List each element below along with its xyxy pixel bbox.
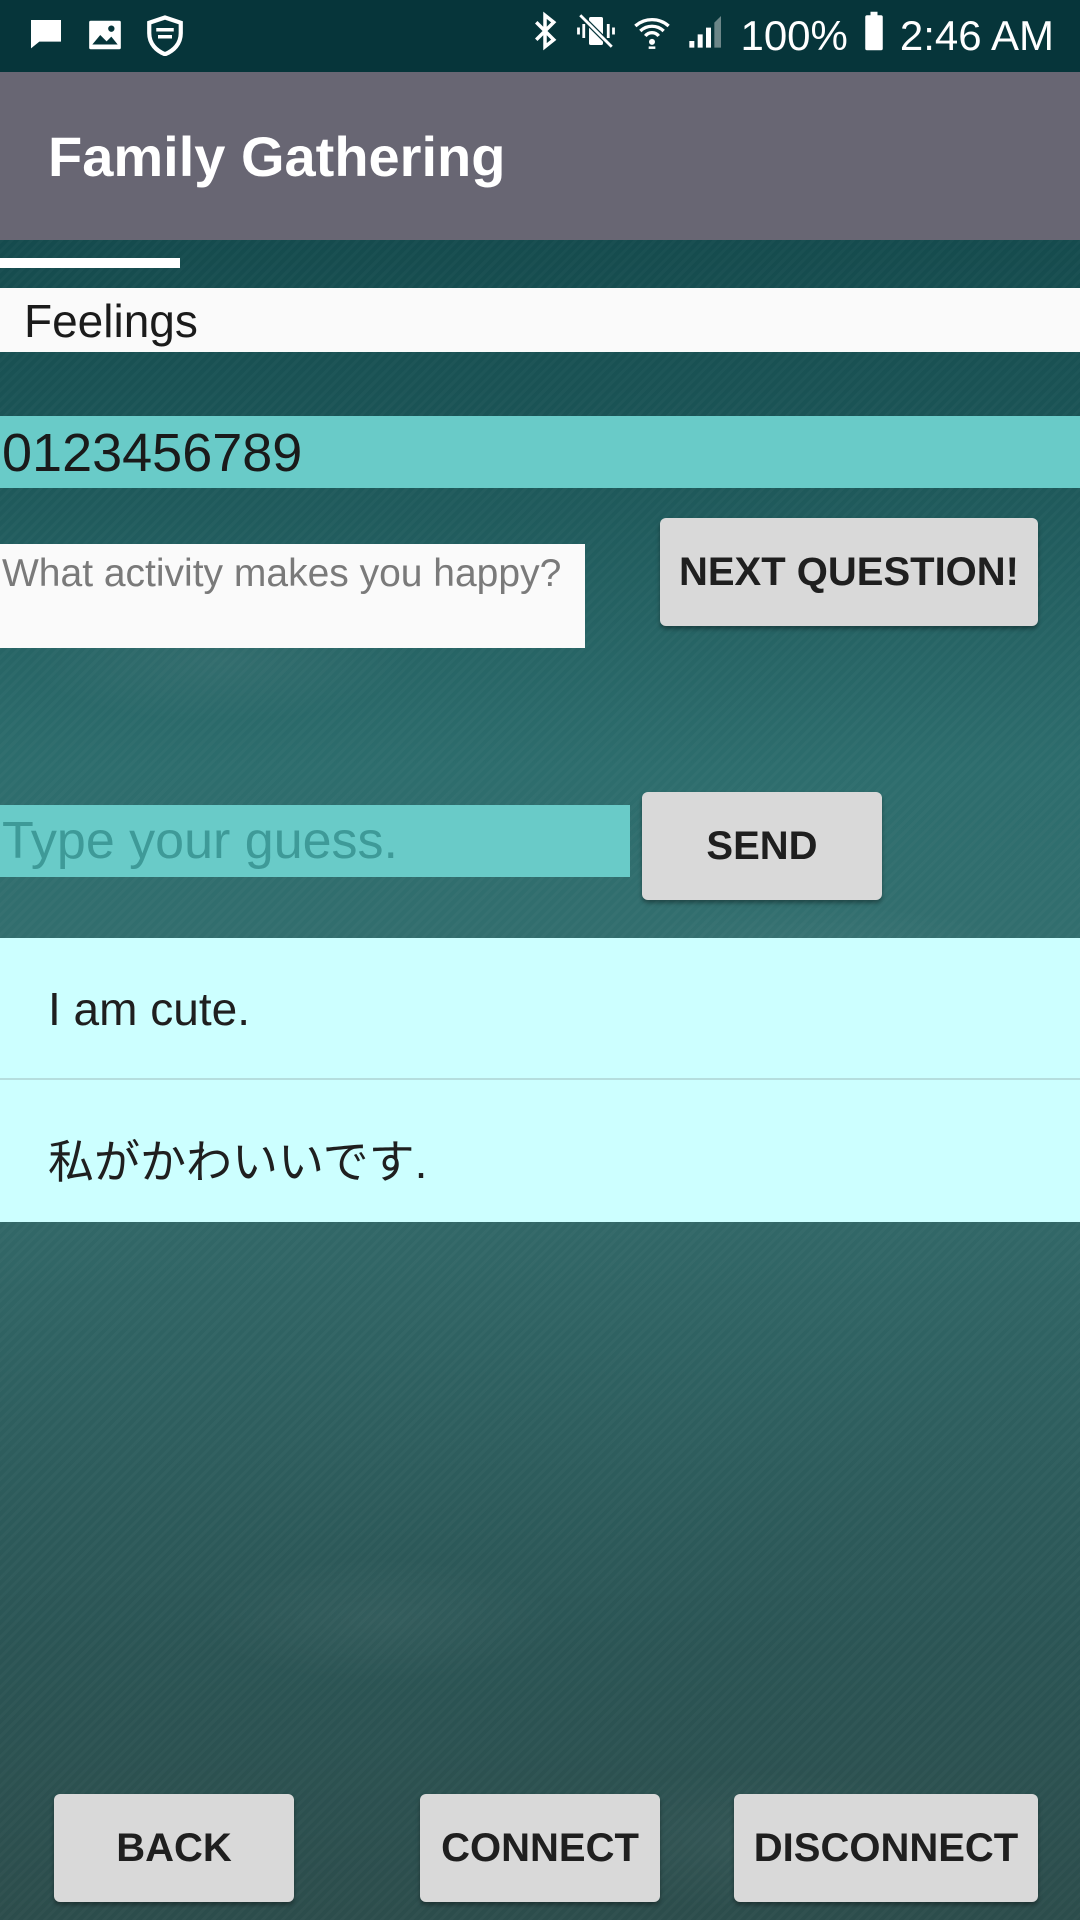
clock: 2:46 AM (899, 12, 1054, 59)
connect-button[interactable]: CONNECT (420, 1794, 660, 1902)
connection-code: 0123456789 (2, 423, 303, 483)
wifi-icon (632, 10, 672, 62)
next-question-button[interactable]: NEXT QUESTION! (660, 518, 1038, 626)
send-button[interactable]: SEND (642, 792, 882, 900)
image-icon (86, 16, 124, 59)
message-list: I am cute. 私がかわいいです. (0, 938, 1080, 1222)
status-bar: 100% 2:46 AM (0, 0, 1080, 72)
category-label: Feelings (24, 295, 198, 347)
guess-input[interactable] (0, 805, 630, 877)
message-icon (26, 15, 66, 60)
list-item[interactable]: 私がかわいいです. (0, 1082, 1080, 1224)
disconnect-button[interactable]: DISCONNECT (734, 1794, 1038, 1902)
system-status: 100% 2:46 AM (530, 10, 1054, 62)
list-item[interactable]: I am cute. (0, 938, 1080, 1080)
notification-icons (26, 14, 186, 61)
message-text: I am cute. (48, 983, 250, 1035)
bluetooth-icon (530, 10, 560, 62)
tab-indicator (0, 258, 180, 268)
battery-icon (862, 10, 886, 62)
back-button[interactable]: BACK (54, 1794, 294, 1902)
battery-percent: 100% (740, 12, 848, 59)
app-title: Family Gathering (48, 125, 506, 188)
question-text: What activity makes you happy? (2, 552, 562, 595)
signal-icon (686, 10, 726, 62)
shield-icon (144, 14, 186, 61)
vibrate-mute-icon (574, 10, 618, 62)
message-text: 私がかわいいです. (48, 1136, 428, 1188)
